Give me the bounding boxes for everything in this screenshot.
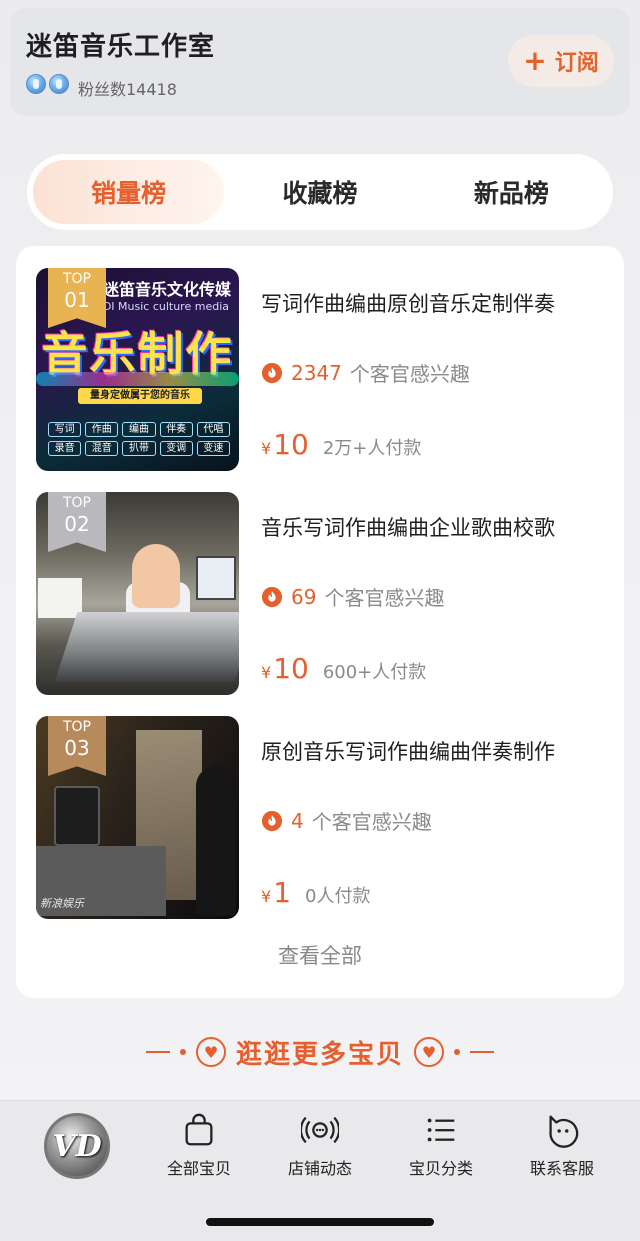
product-ranking-list: 迷笛音乐文化传媒 DI Music culture media 音乐制作 量身定…: [16, 246, 624, 998]
price: 10: [273, 652, 309, 685]
heart-icon: ♥: [195, 1037, 226, 1067]
decor-line: [470, 1051, 494, 1053]
price: 10: [273, 428, 309, 461]
sound-wave-graphic: [36, 372, 239, 386]
paid-count: 0人付款: [305, 886, 371, 907]
home-indicator[interactable]: [206, 1218, 434, 1226]
interest-label: 个客官感兴趣: [349, 362, 470, 386]
tab-favorites[interactable]: 收藏榜: [224, 160, 415, 224]
thumb-sheet-music: [38, 578, 82, 618]
rank-number: 01: [64, 288, 90, 312]
tab-new[interactable]: 新品榜: [416, 160, 607, 224]
paid-count: 600+人付款: [322, 662, 427, 683]
nav-label: 全部宝贝: [166, 1159, 231, 1178]
thumb-tag: 扒带: [122, 441, 156, 456]
shop-level-badges: [26, 74, 69, 94]
interest-row: 69 个客官感兴趣: [261, 582, 444, 611]
rank-badge: TOP 03: [48, 716, 106, 776]
thumb-tag: 混音: [85, 441, 119, 456]
currency-symbol: ¥: [261, 439, 272, 458]
thumb-tag: 代唱: [196, 422, 230, 437]
fire-icon: [261, 586, 283, 607]
fans-count: 粉丝数14418: [78, 80, 177, 99]
rank-badge: TOP 02: [48, 492, 106, 552]
thumb-tag: 伴奏: [159, 422, 193, 437]
interest-row: 4 个客官感兴趣: [261, 806, 432, 835]
thumb-mixing-console: [54, 612, 239, 682]
crown-badge-icon: [49, 74, 69, 94]
interest-row: 2347 个客官感兴趣: [261, 358, 470, 387]
decor-dot: [454, 1049, 460, 1055]
decor-dot: [179, 1049, 186, 1055]
shop-logo[interactable]: VD: [44, 1113, 110, 1179]
thumb-service-tags: 写词 作曲 编曲 伴奏 代唱 录音 混音 扒带 变调 变速: [48, 422, 230, 456]
browse-more-banner[interactable]: ♥ 逛逛更多宝贝 ♥: [0, 1030, 640, 1074]
thumb-tag: 写词: [48, 422, 82, 437]
nav-customer-service[interactable]: 联系客服: [507, 1111, 617, 1179]
thumb-monitor: [196, 556, 236, 600]
thumb-tag: 变调: [159, 441, 193, 456]
product-item[interactable]: TOP 02 音乐写词作曲编曲企业歌曲校歌 69 个客官感兴趣 ¥ 10 600…: [36, 492, 606, 696]
product-item[interactable]: 迷笛音乐文化传媒 DI Music culture media 音乐制作 量身定…: [36, 268, 606, 472]
nav-label: 店铺动态: [287, 1159, 352, 1178]
thumb-tag: 变速: [196, 441, 230, 456]
interest-count: 2347: [291, 360, 342, 385]
shop-logo-text: VD: [52, 1128, 102, 1164]
product-title[interactable]: 写词作曲编曲原创音乐定制伴奏: [261, 288, 606, 318]
chat-face-icon: [549, 1115, 579, 1148]
shop-header: 迷笛音乐工作室 粉丝数14418 + 订阅: [10, 8, 630, 116]
thumb-tag: 录音: [48, 441, 82, 456]
price-row: ¥ 1 0人付款: [261, 876, 370, 909]
fire-icon: [261, 362, 283, 383]
interest-count: 4: [291, 808, 304, 833]
currency-symbol: ¥: [261, 663, 272, 682]
nav-label: 宝贝分类: [408, 1159, 473, 1178]
thumb-ribbon: 量身定做属于您的音乐: [78, 388, 202, 404]
paid-count: 2万+人付款: [322, 438, 422, 459]
ranking-tabs: 销量榜 收藏榜 新品榜: [27, 154, 613, 230]
thumb-speaker: [54, 786, 100, 846]
rank-number: 03: [64, 736, 90, 760]
nav-shop-feed[interactable]: 店铺动态: [265, 1111, 375, 1179]
shopping-bag-icon: [185, 1113, 213, 1146]
product-title[interactable]: 原创音乐写词作曲编曲伴奏制作: [261, 736, 606, 766]
nav-all-items[interactable]: 全部宝贝: [144, 1111, 254, 1179]
nav-label: 联系客服: [529, 1159, 594, 1178]
rank-top-label: TOP: [62, 495, 91, 511]
price-row: ¥ 10 600+人付款: [261, 652, 426, 685]
rank-top-label: TOP: [62, 719, 91, 735]
subscribe-button[interactable]: + 订阅: [508, 35, 614, 87]
rank-number: 02: [64, 512, 90, 536]
subscribe-label: 订阅: [554, 51, 599, 76]
interest-label: 个客官感兴趣: [311, 810, 432, 834]
interest-count: 69: [291, 584, 317, 609]
browse-more-label: 逛逛更多宝贝: [235, 1039, 404, 1070]
currency-symbol: ¥: [261, 887, 272, 906]
list-icon: [427, 1118, 455, 1142]
fire-icon: [261, 810, 283, 831]
view-all-link[interactable]: 查看全部: [16, 940, 624, 970]
thumb-tag: 作曲: [85, 422, 119, 437]
product-thumbnail[interactable]: TOP 02: [36, 492, 239, 695]
product-thumbnail[interactable]: 新浪娱乐 TOP 03: [36, 716, 239, 919]
broadcast-icon: [301, 1116, 339, 1144]
decor-line: [145, 1051, 170, 1053]
thumb-person-head: [132, 544, 180, 608]
crown-badge-icon: [26, 74, 46, 94]
price: 1: [273, 876, 292, 909]
product-title[interactable]: 音乐写词作曲编曲企业歌曲校歌: [261, 512, 606, 542]
product-item[interactable]: 新浪娱乐 TOP 03 原创音乐写词作曲编曲伴奏制作 4 个客官感兴趣 ¥ 1 …: [36, 716, 606, 920]
tab-sales[interactable]: 销量榜: [33, 160, 225, 224]
thumb-watermark: 新浪娱乐: [40, 897, 84, 910]
rank-top-label: TOP: [62, 271, 91, 287]
interest-label: 个客官感兴趣: [324, 586, 445, 610]
thumb-singer: [196, 766, 236, 916]
product-thumbnail[interactable]: 迷笛音乐文化传媒 DI Music culture media 音乐制作 量身定…: [36, 268, 239, 471]
heart-icon: ♥: [414, 1037, 444, 1067]
nav-categories[interactable]: 宝贝分类: [386, 1111, 496, 1179]
price-row: ¥ 10 2万+人付款: [261, 428, 421, 461]
shop-name: 迷笛音乐工作室: [26, 32, 216, 62]
thumb-tag: 编曲: [122, 422, 156, 437]
plus-icon: +: [523, 44, 547, 77]
